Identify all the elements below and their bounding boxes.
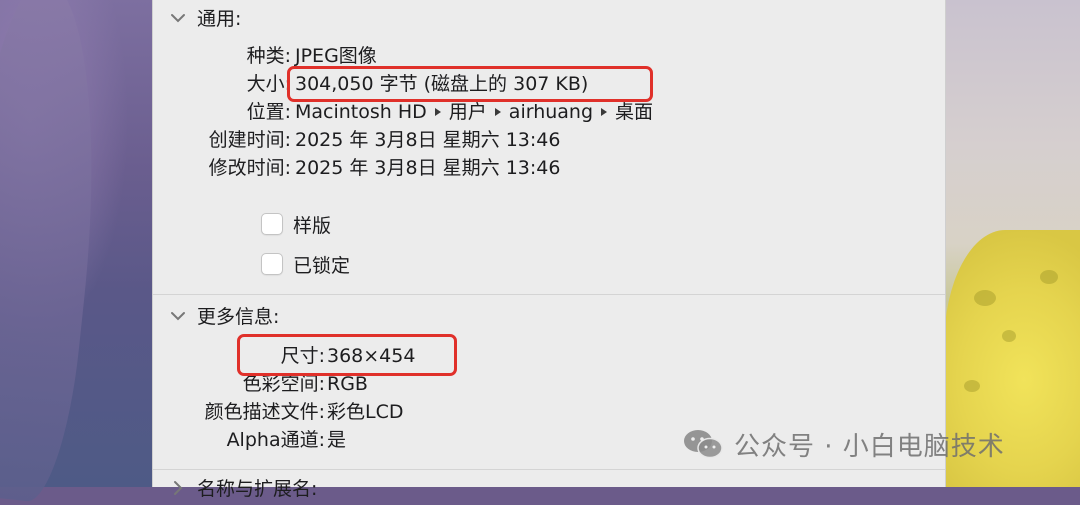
watermark: 公众号 · 小白电脑技术 [682,424,1005,464]
wallpaper-left [0,0,152,505]
location-label: 位置: [246,101,291,123]
chevron-down-icon[interactable] [167,7,189,29]
general-section-header[interactable]: 通用: [167,4,241,31]
more-info-section-title: 更多信息: [197,306,280,328]
path-segment[interactable]: 桌面 [615,101,653,123]
alpha-label: Alpha通道: [226,429,325,451]
modified-label: 修改时间: [208,157,291,179]
locked-label: 已锁定 [293,254,351,277]
section-divider [153,294,945,295]
stationery-option[interactable]: 样版 [261,210,331,238]
path-separator-icon [434,107,441,116]
name-extension-section-header[interactable]: 名称与扩展名: [167,474,317,501]
more-info-section-header[interactable]: 更多信息: [167,302,279,329]
wallpaper-right [944,0,1080,487]
color-profile-value: 彩色LCD [327,401,404,423]
path-segment[interactable]: Macintosh HD [295,101,427,123]
modified-value: 2025 年 3月8日 星期六 13:46 [295,157,561,179]
path-separator-icon [494,107,501,116]
info-row-location: 位置: Macintosh HD 用户 airhuang 桌面 [153,98,945,126]
locked-option[interactable]: 已锁定 [261,250,350,278]
wechat-icon [684,430,723,459]
path-segment[interactable]: 用户 [449,101,487,123]
info-row-color-profile: 颜色描述文件: 彩色LCD [153,398,945,426]
chevron-down-icon[interactable] [167,305,189,327]
info-row-modified: 修改时间: 2025 年 3月8日 星期六 13:46 [153,154,945,182]
section-divider [153,469,945,470]
location-path[interactable]: Macintosh HD 用户 airhuang 桌面 [295,98,653,126]
stationery-checkbox[interactable] [261,213,283,235]
alpha-value: 是 [327,429,347,451]
name-extension-section-title: 名称与扩展名: [197,478,318,500]
kind-label: 种类: [246,45,291,67]
stationery-label: 样版 [293,214,332,237]
dimensions-highlight-box [237,334,457,376]
color-profile-label: 颜色描述文件: [204,401,325,423]
path-separator-icon [601,107,608,116]
info-row-created: 创建时间: 2025 年 3月8日 星期六 13:46 [153,126,945,154]
created-value: 2025 年 3月8日 星期六 13:46 [295,129,561,151]
chevron-right-icon[interactable] [167,477,189,499]
size-label: 大小: [246,73,291,95]
size-highlight-box [287,66,653,102]
locked-checkbox[interactable] [261,253,283,275]
created-label: 创建时间: [208,129,291,151]
watermark-text: 公众号 · 小白电脑技术 [734,431,1005,462]
get-info-panel: 通用: 种类: JPEG图像 大小: 304,050 字节 (磁盘上的 307 … [152,0,946,500]
general-section-title: 通用: [197,8,242,30]
path-segment[interactable]: airhuang [509,101,593,123]
